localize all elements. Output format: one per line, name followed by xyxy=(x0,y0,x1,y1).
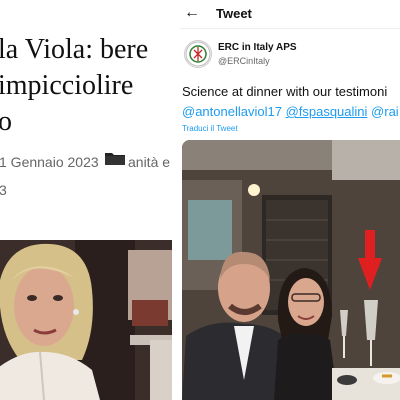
tweet-photo[interactable] xyxy=(182,140,400,400)
article-meta-line-2: 3 xyxy=(0,182,7,198)
woman-portrait-image xyxy=(0,240,172,400)
account-name[interactable]: ERC in Italy APS xyxy=(218,42,297,53)
dinner-photo-image xyxy=(182,140,400,400)
mention-link[interactable]: @rai xyxy=(371,104,399,119)
tweet-header-bar: ← Tweet xyxy=(180,0,400,29)
headline-line-3: o xyxy=(0,106,12,137)
mention-link[interactable]: @fspasqualini xyxy=(286,104,368,119)
article-headline[interactable]: la Viola: bere impicciolire o xyxy=(0,32,172,140)
article-date: 1 Gennaio 2023 xyxy=(0,154,99,170)
tweet-text: Science at dinner with our testimoni @an… xyxy=(182,82,400,122)
article-category[interactable]: anità e xyxy=(128,154,170,170)
erc-logo-avatar[interactable] xyxy=(184,40,212,68)
headline-line-2: impicciolire xyxy=(0,70,134,101)
mention-link[interactable]: @antonellaviol17 xyxy=(182,104,282,119)
tweet-text-line-1: Science at dinner with our testimoni xyxy=(182,84,388,99)
panel-divider xyxy=(172,0,180,400)
translate-tweet-link[interactable]: Traduci il Tweet xyxy=(182,124,238,133)
back-arrow-icon[interactable]: ← xyxy=(184,4,200,22)
tweet-panel: ← Tweet ERC in Italy APS @ERCinItaly Sci… xyxy=(180,0,400,400)
folder-icon xyxy=(105,153,125,165)
tweet-mentions: @antonellaviol17 @fspasqualini @rai xyxy=(182,102,400,122)
account-handle[interactable]: @ERCinItaly xyxy=(218,56,270,66)
tweet-header-title: Tweet xyxy=(216,6,252,21)
article-video-thumbnail[interactable] xyxy=(0,240,172,400)
headline-line-1: la Viola: bere xyxy=(0,34,149,65)
news-article-panel: la Viola: bere impicciolire o 1 Gennaio … xyxy=(0,0,172,400)
